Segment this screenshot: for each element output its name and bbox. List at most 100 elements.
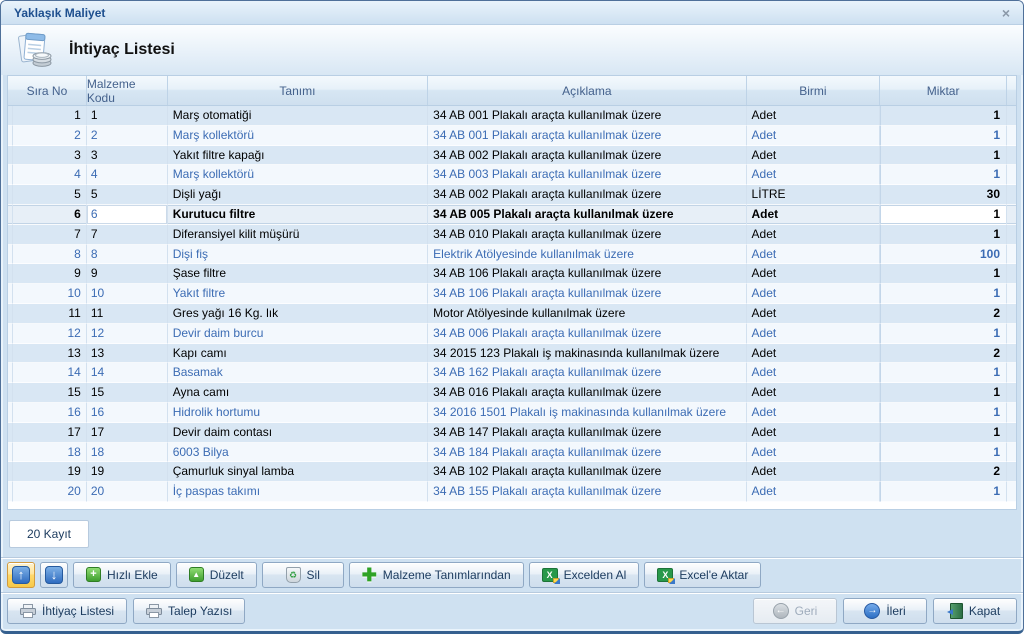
cell-tanim: Kapı camı: [168, 344, 428, 364]
title-bar: Yaklaşık Maliyet ×: [1, 1, 1023, 25]
export-to-excel-button[interactable]: X Excel'e Aktar: [644, 562, 761, 588]
column-header-miktar[interactable]: Miktar: [880, 76, 1007, 105]
table-row[interactable]: 99Şase filtre34 AB 106 Plakalı araçta ku…: [8, 264, 1016, 284]
cell-miktar[interactable]: 1: [880, 482, 1007, 502]
table-row[interactable]: 55Dişli yağı34 AB 002 Plakalı araçta kul…: [8, 185, 1016, 205]
needs-table: Sıra No Malzeme Kodu Tanımı Açıklama Bir…: [7, 75, 1017, 510]
cell-sira: 8: [13, 245, 87, 265]
quick-add-button[interactable]: + Hızlı Ekle: [73, 562, 171, 588]
cell-miktar[interactable]: 2: [880, 462, 1007, 482]
print-needs-list-button[interactable]: İhtiyaç Listesi: [7, 598, 127, 624]
table-row[interactable]: 18186003 Bilya34 AB 184 Plakalı araçta k…: [8, 443, 1016, 463]
cell-miktar[interactable]: 1: [880, 403, 1007, 423]
yaklasik-maliyet-window: Yaklaşık Maliyet × İhtiyaç Listesi: [0, 0, 1024, 634]
cell-sira: 3: [13, 146, 87, 166]
cell-aciklama: 34 AB 106 Plakalı araçta kullanılmak üze…: [428, 264, 746, 284]
cell-sira: 6: [13, 205, 87, 225]
close-icon[interactable]: ×: [999, 6, 1013, 20]
table-row[interactable]: 1414Basamak34 AB 162 Plakalı araçta kull…: [8, 363, 1016, 383]
cell-miktar[interactable]: 1: [880, 146, 1007, 166]
table-row[interactable]: 1515Ayna camı34 AB 016 Plakalı araçta ku…: [8, 383, 1016, 403]
back-button[interactable]: ← Geri: [753, 598, 837, 624]
move-up-button[interactable]: ↑: [7, 562, 35, 588]
cell-kod: 11: [87, 304, 168, 324]
table-header-row: Sıra No Malzeme Kodu Tanımı Açıklama Bir…: [8, 76, 1016, 106]
cell-miktar[interactable]: 30: [880, 185, 1007, 205]
table-row[interactable]: 66Kurutucu filtre34 AB 005 Plakalı araçt…: [8, 205, 1016, 225]
table-row[interactable]: 44Marş kollektörü34 AB 003 Plakalı araçt…: [8, 165, 1016, 185]
cell-miktar[interactable]: 2: [880, 304, 1007, 324]
excel-icon: X: [657, 568, 673, 582]
table-row[interactable]: 88Dişi fişElektrik Atölyesinde kullanılm…: [8, 245, 1016, 265]
cell-birim: Adet: [747, 264, 881, 284]
row-end-strip: [1007, 106, 1016, 126]
from-material-definitions-button[interactable]: ✚ Malzeme Tanımlarından: [349, 562, 524, 588]
table-row[interactable]: 1313Kapı camı34 2015 123 Plakalı iş maki…: [8, 344, 1016, 364]
cell-birim: Adet: [747, 482, 881, 502]
cell-aciklama: 34 AB 106 Plakalı araçta kullanılmak üze…: [428, 284, 746, 304]
cell-miktar[interactable]: 1: [880, 126, 1007, 146]
move-down-button[interactable]: ↓: [40, 562, 68, 588]
forward-button[interactable]: → İleri: [843, 598, 927, 624]
cell-miktar[interactable]: 1: [880, 423, 1007, 443]
table-row[interactable]: 22Marş kollektörü34 AB 001 Plakalı araçt…: [8, 126, 1016, 146]
cell-sira: 12: [13, 324, 87, 344]
table-row[interactable]: 1212Devir daim burcu34 AB 006 Plakalı ar…: [8, 324, 1016, 344]
excel-icon: X: [542, 568, 558, 582]
cell-miktar[interactable]: 1: [880, 225, 1007, 245]
status-row: 20 Kayıt: [9, 520, 1023, 548]
table-row[interactable]: 77Diferansiyel kilit müşürü34 AB 010 Pla…: [8, 225, 1016, 245]
delete-button[interactable]: ♻ Sil: [262, 562, 344, 588]
table-row[interactable]: 11Marş otomatiği34 AB 001 Plakalı araçta…: [8, 106, 1016, 126]
cell-miktar[interactable]: 1: [880, 106, 1007, 126]
import-from-excel-button[interactable]: X Excelden Al: [529, 562, 640, 588]
cell-tanim: Diferansiyel kilit müşürü: [168, 225, 428, 245]
row-end-strip: [1007, 344, 1016, 364]
cell-tanim: Yakıt filtre: [168, 284, 428, 304]
cell-sira: 1: [13, 106, 87, 126]
row-end-strip: [1007, 146, 1016, 166]
button-label: Sil: [307, 568, 320, 582]
cell-kod: 19: [87, 462, 168, 482]
cell-aciklama: 34 AB 162 Plakalı araçta kullanılmak üze…: [428, 363, 746, 383]
table-row[interactable]: 33Yakıt filtre kapağı34 AB 002 Plakalı a…: [8, 146, 1016, 166]
cell-miktar[interactable]: 100: [880, 245, 1007, 265]
cell-miktar[interactable]: 1: [880, 205, 1007, 225]
cell-miktar[interactable]: 1: [880, 363, 1007, 383]
cell-tanim: Marş kollektörü: [168, 165, 428, 185]
cell-kod: 17: [87, 423, 168, 443]
column-header-sira-no[interactable]: Sıra No: [8, 76, 87, 105]
print-request-letter-button[interactable]: Talep Yazısı: [133, 598, 245, 624]
column-header-malzeme-kodu[interactable]: Malzeme Kodu: [87, 76, 168, 105]
cell-miktar[interactable]: 1: [880, 383, 1007, 403]
cell-miktar[interactable]: 2: [880, 344, 1007, 364]
cell-miktar[interactable]: 1: [880, 324, 1007, 344]
table-row[interactable]: 1616Hidrolik hortumu34 2016 1501 Plakalı…: [8, 403, 1016, 423]
column-header-birmi[interactable]: Birmi: [747, 76, 881, 105]
cell-birim: Adet: [747, 245, 881, 265]
cell-sira: 20: [13, 482, 87, 502]
column-header-end-strip: [1007, 76, 1016, 105]
cell-miktar[interactable]: 1: [880, 165, 1007, 185]
edit-button[interactable]: ▲ Düzelt: [176, 562, 257, 588]
table-row[interactable]: 1717Devir daim contası34 AB 147 Plakalı …: [8, 423, 1016, 443]
cell-kod: 6: [87, 205, 168, 225]
row-end-strip: [1007, 443, 1016, 463]
table-row[interactable]: 1111Gres yağı 16 Kg. lıkMotor Atölyesind…: [8, 304, 1016, 324]
table-row[interactable]: 1919Çamurluk sinyal lamba34 AB 102 Plaka…: [8, 462, 1016, 482]
cell-miktar[interactable]: 1: [880, 264, 1007, 284]
row-end-strip: [1007, 324, 1016, 344]
close-button[interactable]: Kapat: [933, 598, 1017, 624]
cell-kod: 7: [87, 225, 168, 245]
table-row[interactable]: 1010Yakıt filtre34 AB 106 Plakalı araçta…: [8, 284, 1016, 304]
cell-miktar[interactable]: 1: [880, 284, 1007, 304]
column-header-tanimi[interactable]: Tanımı: [168, 76, 428, 105]
cell-aciklama: 34 AB 001 Plakalı araçta kullanılmak üze…: [428, 126, 746, 146]
column-header-aciklama[interactable]: Açıklama: [428, 76, 746, 105]
cell-aciklama: 34 AB 005 Plakalı araçta kullanılmak üze…: [428, 205, 746, 225]
button-label: Talep Yazısı: [168, 604, 232, 618]
table-row[interactable]: 2020İç paspas takımı34 AB 155 Plakalı ar…: [8, 482, 1016, 502]
cell-kod: 18: [87, 443, 168, 463]
cell-miktar[interactable]: 1: [880, 443, 1007, 463]
cell-birim: Adet: [747, 225, 881, 245]
